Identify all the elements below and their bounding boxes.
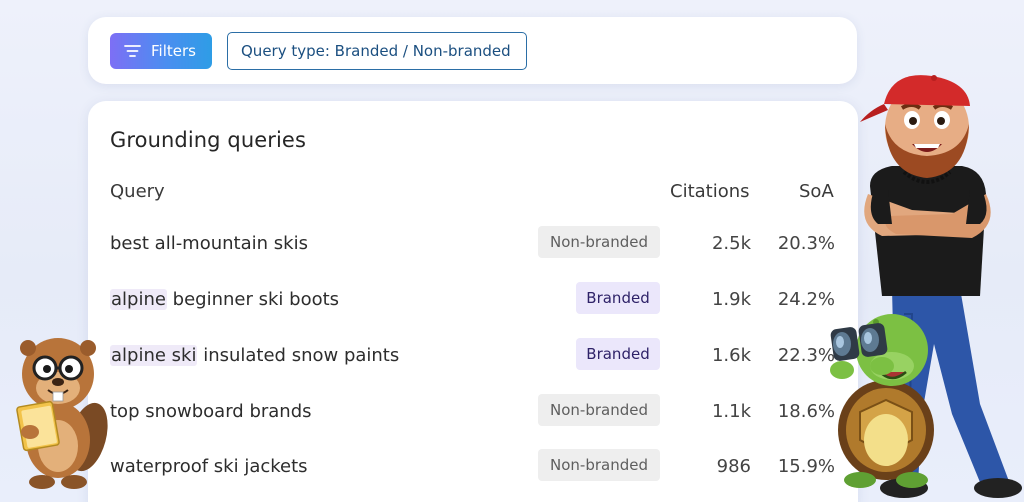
card-title: Grounding queries: [110, 128, 306, 152]
query-highlight: alpine: [110, 289, 167, 310]
query-text: top snowboard brands: [110, 401, 312, 422]
query-text: alpine beginner ski boots: [110, 289, 339, 310]
citations-value: 986: [716, 456, 751, 477]
query-rest: beginner ski boots: [166, 289, 340, 310]
query-type-badge: Non-branded: [538, 226, 660, 258]
table-row[interactable]: alpine ski insulated snow paints Branded…: [88, 335, 858, 375]
query-type-badge: Branded: [576, 282, 660, 314]
query-text: alpine ski insulated snow paints: [110, 345, 399, 366]
query-text: waterproof ski jackets: [110, 456, 308, 477]
table-row[interactable]: best all-mountain skis Non-branded 2.5k …: [88, 223, 858, 263]
query-highlight: alpine ski: [110, 345, 198, 366]
citations-value: 1.9k: [711, 289, 751, 310]
filters-button[interactable]: Filters: [110, 33, 212, 69]
citations-value: 2.5k: [711, 233, 751, 254]
query-rest: top snowboard brands: [110, 401, 312, 422]
column-header-citations[interactable]: Citations: [670, 181, 750, 202]
query-type-filter-label: Query type: Branded / Non-branded: [241, 42, 511, 60]
filters-button-label: Filters: [151, 42, 196, 60]
citations-value: 1.6k: [711, 345, 751, 366]
beaver-mascot: [16, 338, 108, 489]
query-rest: insulated snow paints: [197, 345, 400, 366]
query-text: best all-mountain skis: [110, 233, 308, 254]
table-row[interactable]: alpine beginner ski boots Branded 1.9k 2…: [88, 279, 858, 319]
table-row[interactable]: top snowboard brands Non-branded 1.1k 18…: [88, 391, 858, 431]
query-type-filter-chip[interactable]: Query type: Branded / Non-branded: [227, 32, 527, 70]
filter-bar: Filters Query type: Branded / Non-brande…: [88, 17, 857, 84]
query-type-badge: Non-branded: [538, 394, 660, 426]
query-type-badge: Branded: [576, 338, 660, 370]
soa-value: 20.3%: [777, 233, 835, 254]
table-row[interactable]: waterproof ski jackets Non-branded 986 1…: [88, 446, 858, 486]
query-type-badge: Non-branded: [538, 449, 660, 481]
grounding-queries-card: Grounding queries Query Citations SoA be…: [88, 101, 858, 502]
column-header-soa[interactable]: SoA: [799, 181, 834, 202]
column-header-query[interactable]: Query: [110, 181, 165, 202]
query-rest: best all-mountain skis: [110, 233, 308, 254]
turtle-with-binoculars-mascot: [830, 314, 934, 488]
filter-lines-icon: [124, 45, 141, 57]
citations-value: 1.1k: [711, 401, 751, 422]
query-rest: waterproof ski jackets: [110, 456, 308, 477]
